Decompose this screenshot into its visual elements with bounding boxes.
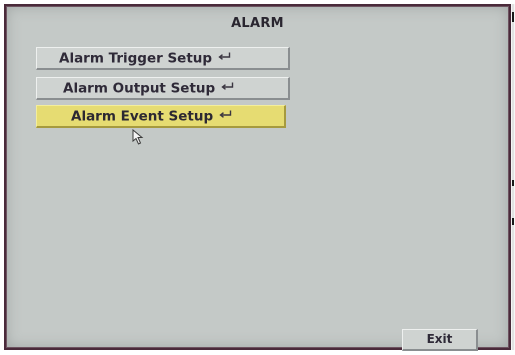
enter-return-icon bbox=[218, 47, 231, 68]
alarm-trigger-setup-button[interactable]: Alarm Trigger Setup bbox=[36, 47, 290, 70]
enter-return-icon bbox=[219, 105, 232, 126]
menu-item-label: Alarm Event Setup bbox=[71, 108, 214, 125]
page-title: ALARM bbox=[231, 16, 284, 31]
mouse-pointer-icon bbox=[132, 128, 146, 150]
exit-button[interactable]: Exit bbox=[402, 329, 478, 351]
alarm-event-setup-button[interactable]: Alarm Event Setup bbox=[36, 105, 286, 128]
menu-item-label: Alarm Trigger Setup bbox=[59, 50, 213, 67]
alarm-menu-screen: ALARM Alarm Trigger Setup Alarm Output S… bbox=[4, 4, 511, 351]
enter-return-icon bbox=[221, 77, 234, 98]
menu-item-label: Alarm Output Setup bbox=[63, 80, 216, 97]
alarm-output-setup-button[interactable]: Alarm Output Setup bbox=[36, 77, 290, 100]
right-edge-artifact bbox=[511, 4, 515, 350]
